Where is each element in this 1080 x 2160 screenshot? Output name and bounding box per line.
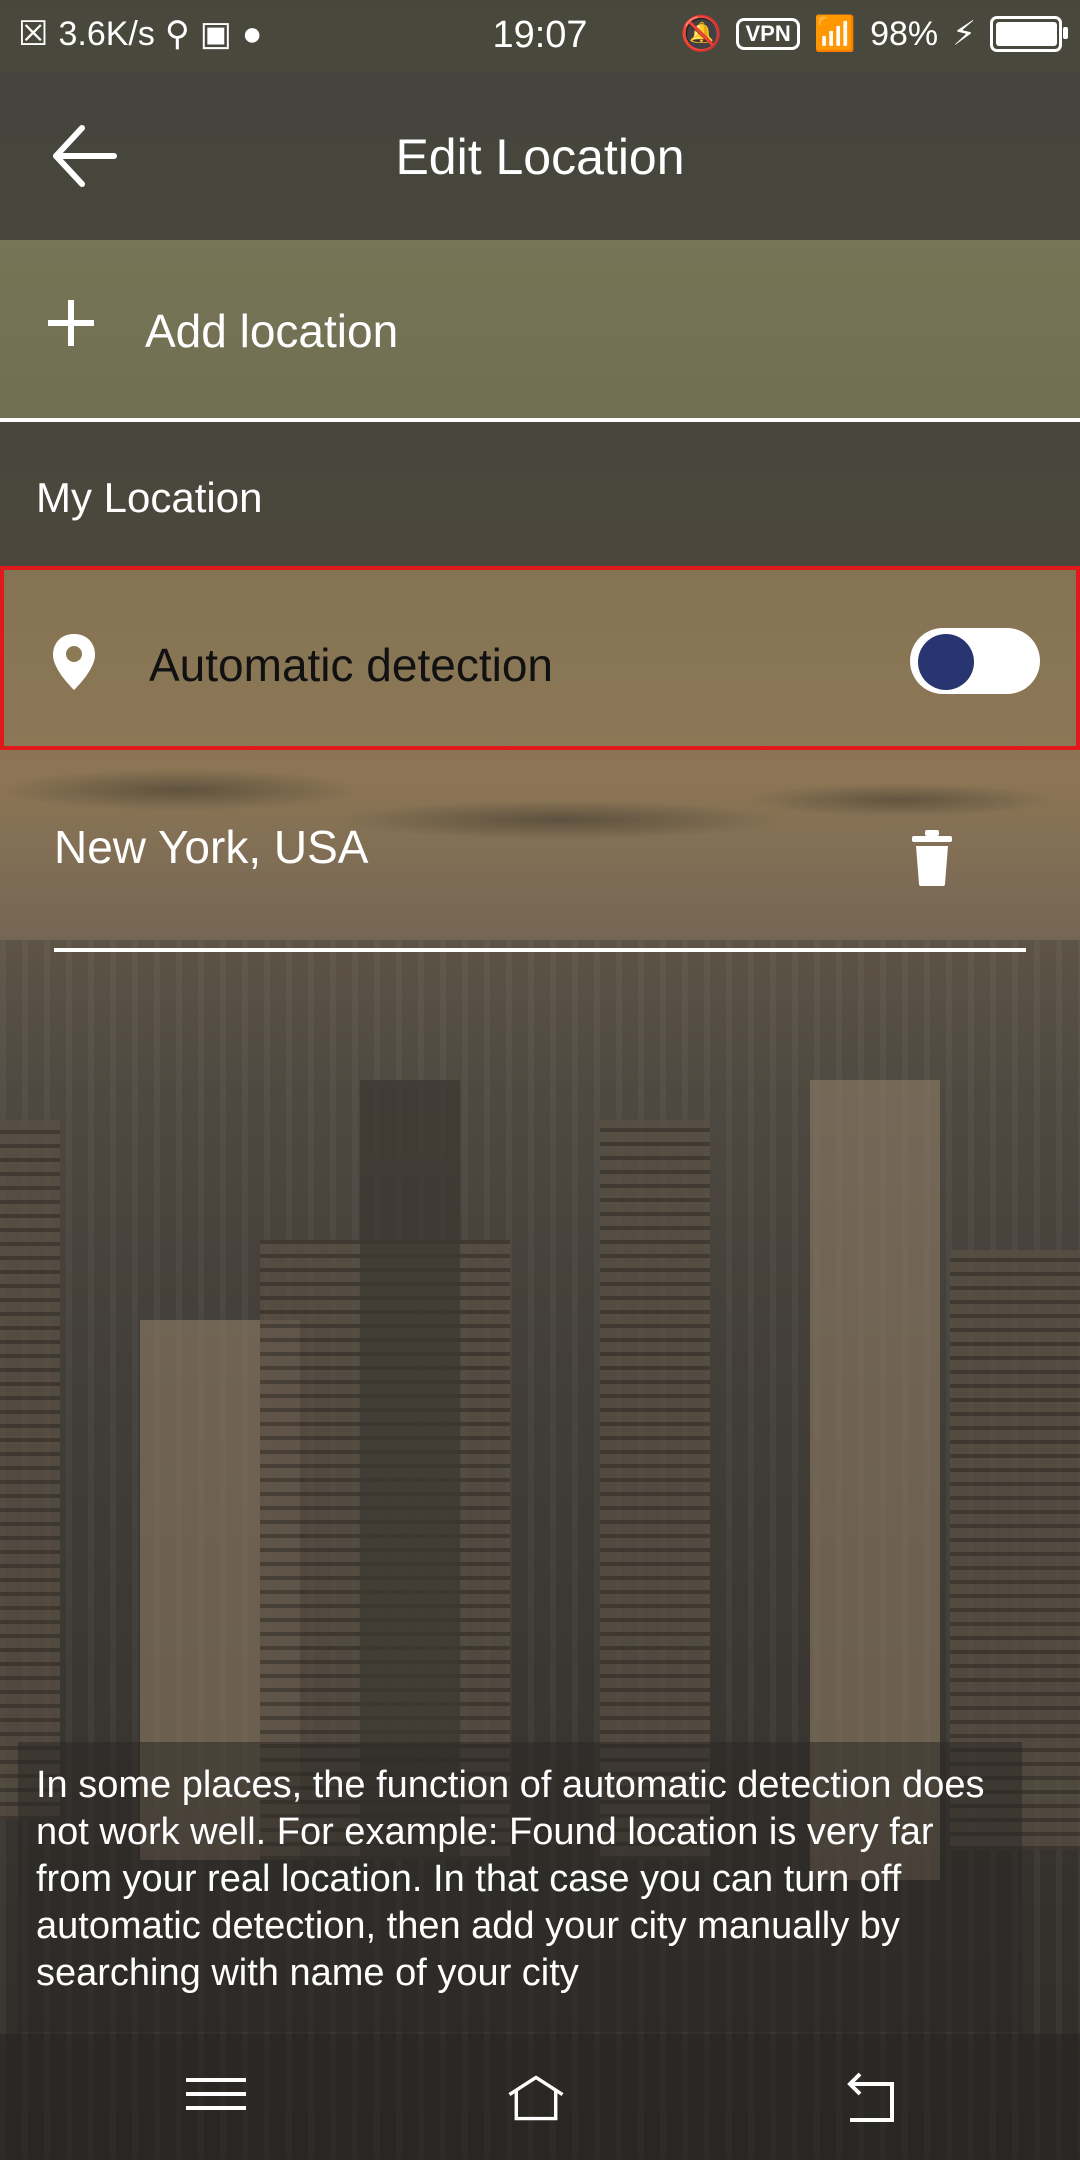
section-title: My Location (36, 474, 263, 521)
trash-icon[interactable] (912, 830, 952, 886)
automatic-detection-row[interactable]: Automatic detection (0, 566, 1080, 750)
navigation-bar (0, 2034, 1080, 2160)
bell-off-icon: 🔕 (680, 15, 723, 53)
plus-icon (48, 300, 94, 346)
charging-icon: ⚡ (952, 15, 976, 53)
my-location-section: My Location (0, 422, 1080, 566)
automatic-detection-label: Automatic detection (149, 639, 554, 691)
status-right: 🔕 VPN 📶 98% ⚡ (680, 14, 1068, 54)
battery-icon (990, 16, 1068, 52)
menu-icon[interactable] (186, 2068, 246, 2128)
location-divider (54, 948, 1026, 952)
building (0, 1120, 60, 1820)
battery-percent: 98% (870, 14, 939, 53)
info-text: In some places, the function of automati… (36, 1764, 985, 1994)
info-box: In some places, the function of automati… (18, 1742, 1022, 2032)
wifi-icon: 📶 (813, 15, 857, 53)
back-icon[interactable] (840, 2068, 900, 2128)
page-title: Edit Location (395, 129, 685, 185)
home-icon[interactable] (506, 2068, 566, 2128)
status-bar: ☒ 3.6K/s ⚲ ▣ ● 19:07 🔕 VPN 📶 98% ⚡ (0, 0, 1080, 72)
location-pin-icon (53, 634, 95, 690)
automatic-detection-toggle[interactable] (910, 628, 1040, 694)
toggle-knob (918, 634, 974, 690)
location-name[interactable]: New York, USA (54, 820, 368, 874)
add-location-button[interactable]: Add location (0, 240, 1080, 422)
add-location-label: Add location (145, 305, 399, 357)
vpn-icon: VPN (736, 18, 800, 50)
app-header: Edit Location (0, 72, 1080, 240)
